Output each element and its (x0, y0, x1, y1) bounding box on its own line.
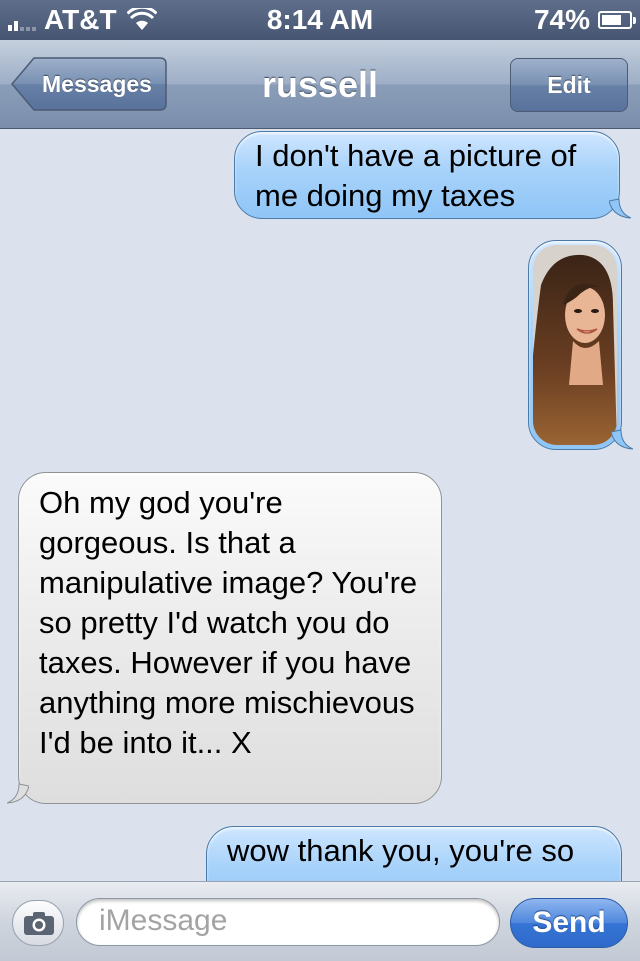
message-text: I don't have a picture of me doing my ta… (255, 138, 577, 213)
message-text: Oh my god you're gorgeous. Is that a man… (39, 485, 418, 760)
status-bar: AT&T 8:14 AM 74% (0, 0, 640, 40)
sent-message-bubble[interactable]: I don't have a picture of me doing my ta… (234, 131, 631, 219)
portrait-image (533, 245, 617, 445)
portrait-photo[interactable] (533, 245, 617, 445)
battery-percent: 74% (533, 4, 590, 35)
message-thread[interactable]: I don't have a picture of me doing my ta… (0, 129, 640, 881)
camera-button[interactable] (12, 900, 64, 946)
bubble-tail (611, 429, 633, 450)
bubble-tail (7, 783, 29, 804)
message-input[interactable]: iMessage (76, 898, 500, 946)
bubble-tail (609, 198, 631, 219)
send-button[interactable]: Send (510, 898, 628, 948)
battery-icon (598, 11, 636, 29)
message-text: wow thank you, you're so (227, 833, 575, 868)
edit-button[interactable]: Edit (510, 58, 628, 112)
message-composer: iMessage Send (0, 881, 640, 961)
sent-image-bubble[interactable] (528, 240, 633, 450)
received-message-bubble[interactable]: Oh my god you're gorgeous. Is that a man… (7, 472, 442, 804)
camera-icon (24, 912, 54, 935)
navigation-bar: Messages russell Edit (0, 40, 640, 129)
sent-message-bubble[interactable]: wow thank you, you're so (206, 826, 622, 881)
